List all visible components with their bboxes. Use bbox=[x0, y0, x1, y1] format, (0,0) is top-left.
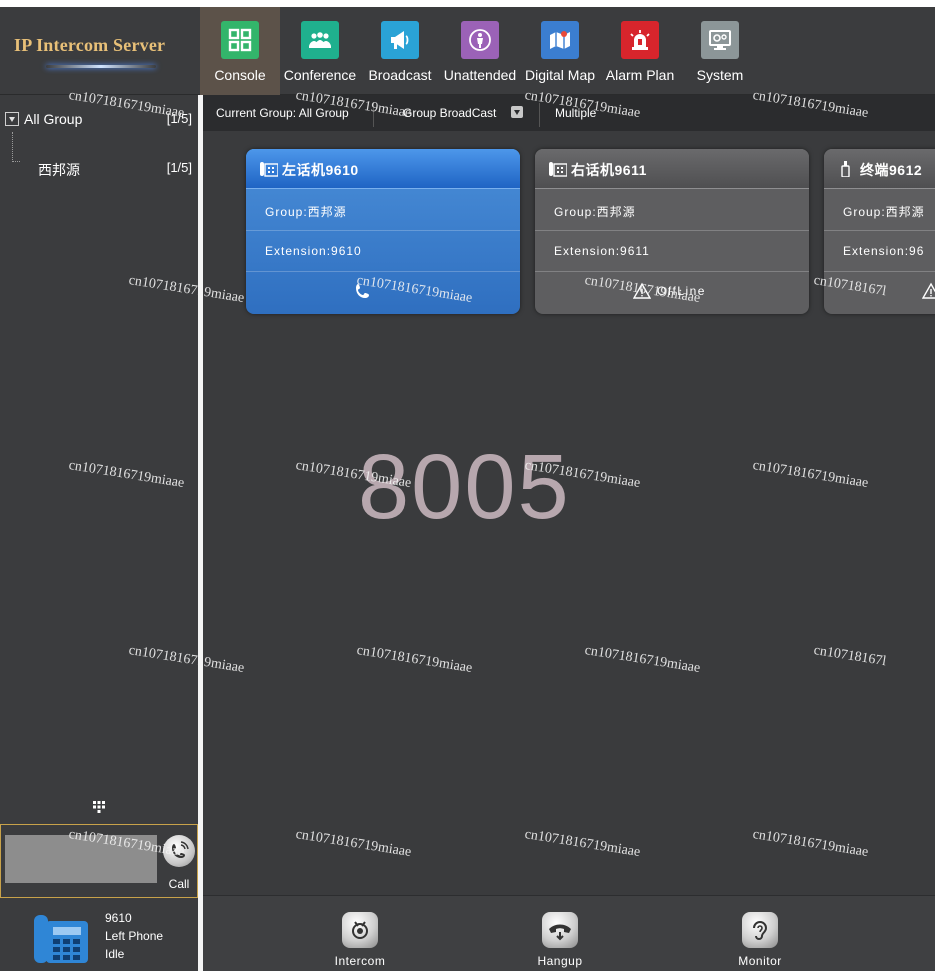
card-group-row: Group:西邦源 bbox=[246, 190, 520, 231]
hangup-button[interactable]: Hangup bbox=[510, 912, 610, 968]
toolbar-divider bbox=[373, 103, 374, 127]
local-phone-name: Left Phone bbox=[105, 929, 164, 943]
intercom-label: Intercom bbox=[334, 954, 386, 968]
nav-label: Console bbox=[214, 67, 266, 83]
conference-people-icon bbox=[301, 21, 339, 59]
nav-console[interactable]: Console bbox=[200, 7, 280, 95]
nav-conference[interactable]: Conference bbox=[280, 7, 360, 95]
card-title: 右话机9611 bbox=[571, 162, 647, 178]
map-icon bbox=[541, 21, 579, 59]
console-toolbar: Current Group: All Group Group BroadCast… bbox=[203, 95, 935, 131]
megaphone-icon bbox=[381, 21, 419, 59]
tree-connector-line bbox=[12, 132, 20, 162]
monitor-ear-icon bbox=[742, 912, 778, 948]
nav-unattended[interactable]: Unattended bbox=[440, 7, 520, 95]
intercom-icon bbox=[342, 912, 378, 948]
group-tree-panel: All Group [1/5] 西邦源 [1/5] Call 9610 Left… bbox=[0, 95, 198, 971]
card-extension-row: Extension:96 bbox=[824, 231, 935, 272]
system-monitor-icon bbox=[701, 21, 739, 59]
card-extension: Extension:96 bbox=[843, 244, 925, 258]
tree-root-label: All Group bbox=[24, 111, 83, 127]
hangup-icon bbox=[542, 912, 578, 948]
tree-item-group[interactable]: 西邦源 [1/5] bbox=[38, 160, 194, 180]
local-phone-status: 9610 Left Phone Idle bbox=[0, 899, 198, 971]
app-title: IP Intercom Server bbox=[14, 35, 166, 55]
card-status: OffLine bbox=[657, 284, 706, 298]
unattended-person-icon bbox=[461, 21, 499, 59]
keypad-icon[interactable] bbox=[92, 800, 106, 814]
app-window: IP Intercom Server Console Conference Br… bbox=[0, 7, 935, 971]
card-status-row bbox=[824, 271, 935, 314]
nav-label: Unattended bbox=[443, 67, 517, 83]
nav-label: System bbox=[696, 67, 744, 83]
tree-item-count: [1/5] bbox=[166, 160, 192, 175]
alarm-siren-icon bbox=[621, 21, 659, 59]
card-group: Group:西邦源 bbox=[554, 205, 636, 219]
tree-root-all-group[interactable]: All Group [1/5] bbox=[4, 109, 194, 129]
local-extension: 9610 bbox=[105, 911, 132, 925]
card-group-row: Group:西邦源 bbox=[535, 190, 809, 231]
phone-handset-icon bbox=[356, 284, 369, 298]
dial-number-input[interactable] bbox=[5, 835, 157, 883]
monitor-button[interactable]: Monitor bbox=[710, 912, 810, 968]
card-status-row bbox=[246, 271, 520, 314]
console-main: Current Group: All Group Group BroadCast… bbox=[203, 95, 935, 971]
desk-phone-icon bbox=[549, 162, 567, 177]
tree-item-label: 西邦源 bbox=[38, 162, 80, 178]
card-title: 左话机9610 bbox=[282, 162, 359, 178]
logo-underline bbox=[46, 65, 156, 68]
dialer-box: Call bbox=[0, 824, 198, 898]
card-title: 终端9612 bbox=[860, 162, 923, 178]
card-status-row: OffLine bbox=[535, 271, 809, 314]
card-extension-row: Extension:9610 bbox=[246, 231, 520, 272]
warning-icon bbox=[633, 282, 651, 299]
card-extension-row: Extension:9611 bbox=[535, 231, 809, 272]
call-button[interactable]: Call bbox=[161, 833, 197, 893]
call-label: Call bbox=[168, 877, 190, 891]
console-grid-icon bbox=[221, 21, 259, 59]
app-logo: IP Intercom Server bbox=[0, 7, 200, 95]
local-phone-state: Idle bbox=[105, 947, 125, 961]
terminal-card[interactable]: 左话机9610 Group:西邦源 Extension:9610 bbox=[246, 149, 520, 314]
hangup-label: Hangup bbox=[537, 954, 583, 968]
nav-digital-map[interactable]: Digital Map bbox=[520, 7, 600, 95]
terminal-icon bbox=[841, 161, 850, 177]
monitor-label: Monitor bbox=[738, 954, 782, 968]
main-nav: Console Conference Broadcast Unattended bbox=[200, 7, 760, 95]
nav-label: Broadcast bbox=[368, 67, 432, 83]
nav-label: Digital Map bbox=[524, 67, 596, 83]
nav-system[interactable]: System bbox=[680, 7, 760, 95]
group-broadcast-button[interactable]: Group BroadCast bbox=[403, 106, 496, 120]
warning-icon bbox=[922, 282, 935, 299]
display-number: 8005 bbox=[358, 436, 571, 538]
card-header: 右话机9611 bbox=[535, 149, 809, 189]
card-header: 终端9612 bbox=[824, 149, 935, 189]
current-group-label: Current Group: All Group bbox=[216, 106, 349, 120]
card-group: Group:西邦源 bbox=[265, 205, 347, 219]
dropdown-arrow-icon[interactable] bbox=[511, 106, 523, 118]
top-bar: IP Intercom Server Console Conference Br… bbox=[0, 7, 935, 95]
action-bar: Intercom Hangup Monitor bbox=[203, 895, 935, 971]
card-extension: Extension:9611 bbox=[554, 244, 650, 258]
terminal-card[interactable]: 终端9612 Group:西邦源 Extension:96 bbox=[824, 149, 935, 314]
multiple-select-button[interactable]: Multiple bbox=[555, 106, 596, 120]
desk-phone-icon bbox=[260, 162, 278, 177]
card-group: Group:西邦源 bbox=[843, 205, 925, 219]
card-extension: Extension:9610 bbox=[265, 244, 362, 258]
card-header: 左话机9610 bbox=[246, 149, 520, 189]
toolbar-divider bbox=[539, 103, 540, 127]
nav-label: Conference bbox=[283, 67, 357, 83]
intercom-button[interactable]: Intercom bbox=[310, 912, 410, 968]
nav-alarm-plan[interactable]: Alarm Plan bbox=[600, 7, 680, 95]
desk-phone-icon bbox=[34, 915, 88, 963]
nav-broadcast[interactable]: Broadcast bbox=[360, 7, 440, 95]
card-group-row: Group:西邦源 bbox=[824, 190, 935, 231]
phone-call-icon bbox=[163, 835, 195, 867]
collapse-toggle-icon[interactable] bbox=[5, 112, 19, 126]
terminal-card[interactable]: 右话机9611 Group:西邦源 Extension:9611 OffLine bbox=[535, 149, 809, 314]
tree-root-count: [1/5] bbox=[166, 111, 192, 126]
nav-label: Alarm Plan bbox=[605, 67, 675, 83]
